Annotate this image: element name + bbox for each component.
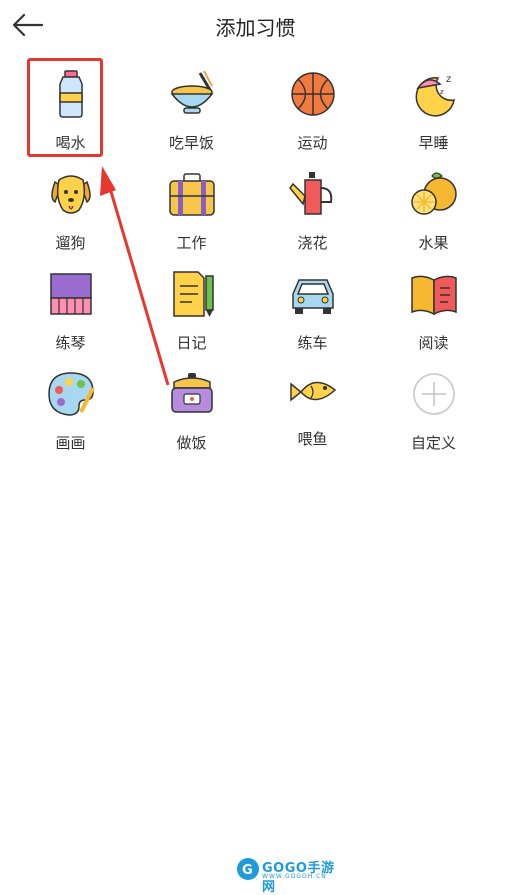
habit-label: 水果 — [418, 234, 449, 252]
highlight-box — [27, 58, 103, 157]
watermark: G GOGO手游网 WWW.GOGOH.CN — [236, 855, 346, 895]
habit-painting[interactable]: 画画 — [10, 362, 131, 458]
book-icon — [411, 275, 457, 316]
basketball-icon — [291, 72, 335, 116]
habit-breakfast[interactable]: 吃早饭 — [131, 62, 252, 158]
moon-sleep-icon: z z — [415, 74, 455, 117]
piano-icon — [50, 273, 92, 315]
rice-cooker-icon — [171, 373, 213, 413]
habit-label: 早睡 — [418, 134, 449, 152]
habit-label: 浇花 — [297, 234, 328, 252]
habit-practice-driving[interactable]: 练车 — [252, 262, 373, 358]
svg-text:z: z — [440, 88, 444, 96]
habit-label: 做饭 — [176, 434, 207, 452]
habit-diary[interactable]: 日记 — [131, 262, 252, 358]
noodle-bowl-icon — [170, 70, 214, 114]
habit-walk-dog[interactable]: 遛狗 — [10, 162, 131, 258]
habit-label: 日记 — [176, 334, 207, 352]
dog-icon — [51, 175, 91, 214]
habit-cooking[interactable]: 做饭 — [131, 362, 252, 458]
habit-label: 吃早饭 — [168, 134, 214, 152]
diary-pencil-icon — [173, 271, 214, 317]
habit-reading[interactable]: 阅读 — [373, 262, 494, 358]
svg-text:G: G — [242, 863, 253, 878]
svg-text:z: z — [446, 74, 451, 85]
header: 添加习惯 — [0, 0, 511, 52]
habit-fruit[interactable]: 水果 — [373, 162, 494, 258]
habit-feed-fish[interactable]: 喂鱼 — [252, 362, 373, 458]
habit-label: 画画 — [55, 434, 86, 452]
habit-practice-piano[interactable]: 练琴 — [10, 262, 131, 358]
habit-sleep-early[interactable]: z z 早睡 — [373, 62, 494, 158]
habit-label: 遛狗 — [55, 234, 86, 252]
watering-can-icon — [289, 172, 333, 215]
habit-exercise[interactable]: 运动 — [252, 62, 373, 158]
plus-circle-icon — [413, 373, 455, 415]
habit-water-plants[interactable]: 浇花 — [252, 162, 373, 258]
habit-work[interactable]: 工作 — [131, 162, 252, 258]
habit-label: 工作 — [176, 234, 207, 252]
fish-icon — [290, 381, 337, 402]
habit-label: 练车 — [297, 334, 328, 352]
orange-fruit-icon — [411, 172, 457, 215]
habit-custom[interactable]: 自定义 — [373, 362, 494, 458]
habit-label: 阅读 — [418, 334, 449, 352]
car-icon — [292, 279, 334, 314]
watermark-logo-icon: G — [237, 858, 259, 880]
watermark-url: WWW.GOGOH.CN — [262, 873, 327, 880]
briefcase-icon — [169, 173, 215, 216]
paint-palette-icon — [48, 372, 95, 416]
habit-label: 喂鱼 — [297, 430, 328, 448]
habit-label: 自定义 — [410, 434, 456, 452]
habit-label: 练琴 — [55, 334, 86, 352]
habit-label: 运动 — [297, 134, 328, 152]
page-title: 添加习惯 — [215, 16, 296, 40]
